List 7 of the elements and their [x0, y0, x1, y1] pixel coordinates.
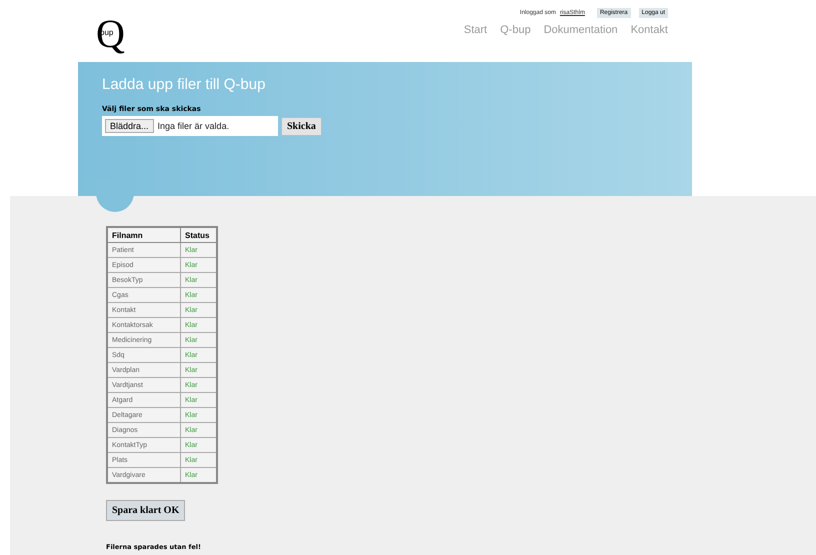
file-status: Inga filer är valda.	[158, 121, 230, 131]
file-input[interactable]: Bläddra... Inga filer är valda.	[102, 116, 278, 136]
column-header: Filnamn	[107, 227, 180, 242]
save-button[interactable]: Spara klart OK	[106, 500, 186, 521]
submit-button[interactable]: Skicka	[281, 116, 322, 136]
browse-button[interactable]: Bläddra...	[105, 119, 154, 133]
upload-title: Ladda upp filer till Q-bup	[102, 76, 266, 93]
